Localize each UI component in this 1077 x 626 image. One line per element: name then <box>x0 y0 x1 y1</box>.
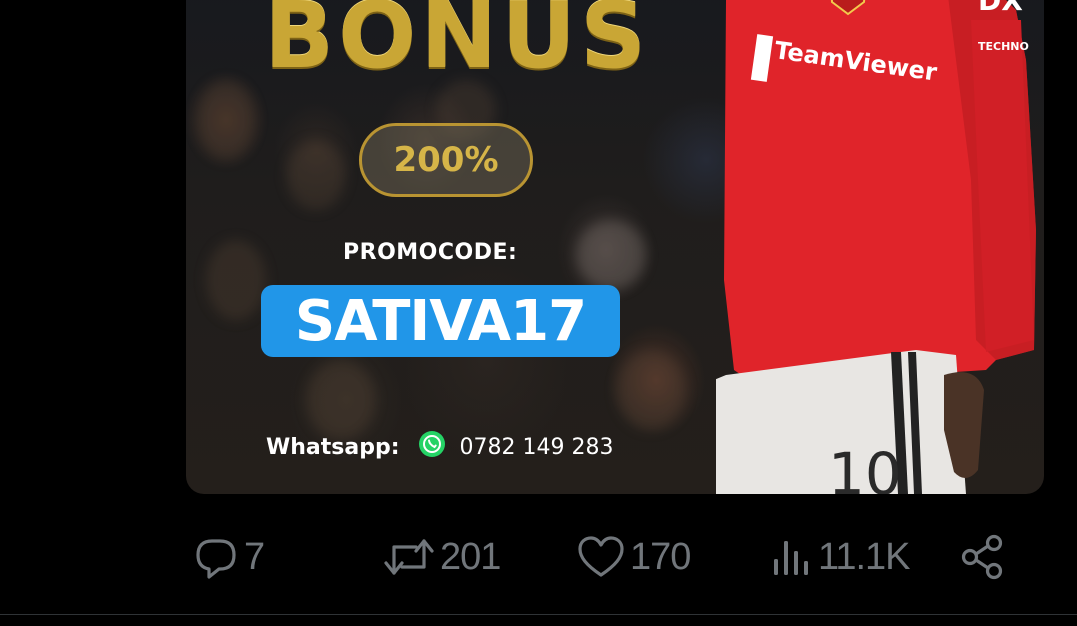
whatsapp-phone: 0782 149 283 <box>459 434 614 460</box>
crowd-blur <box>196 80 256 160</box>
reply-count: 7 <box>244 535 265 578</box>
bonus-percent-badge: 200% <box>359 123 533 197</box>
whatsapp-label: Whatsapp: <box>266 434 400 460</box>
sponsor-secondary: TECHNO <box>978 40 1029 53</box>
whatsapp-icon <box>418 430 460 464</box>
crowd-blur <box>206 240 266 320</box>
share-icon <box>958 533 1008 581</box>
like-count: 170 <box>630 535 691 578</box>
player-figure: TeamViewer DX TECHNO 10 <box>714 0 1044 494</box>
analytics-icon <box>770 533 814 581</box>
heart-icon <box>576 533 626 581</box>
views-button[interactable]: 11.1K <box>770 527 910 587</box>
post-action-bar: 7 201 170 11.1K <box>0 527 1077 587</box>
reply-button[interactable]: 7 <box>192 527 265 587</box>
post-image[interactable]: BONUS 200% PROMOCODE: SATIVA17 Whatsapp:… <box>186 0 1044 494</box>
crowd-blur <box>286 140 346 210</box>
repost-count: 201 <box>440 535 501 578</box>
promocode-value: SATIVA17 <box>261 285 620 357</box>
whatsapp-contact: Whatsapp: 0782 149 283 <box>266 430 614 464</box>
repost-button[interactable]: 201 <box>382 527 501 587</box>
view-count: 11.1K <box>818 535 910 578</box>
jersey-number: 10 <box>828 440 902 494</box>
section-divider <box>0 614 1077 615</box>
share-button[interactable] <box>958 527 1008 587</box>
repost-icon <box>382 533 436 581</box>
crowd-blur <box>306 360 376 440</box>
reply-icon <box>192 533 240 581</box>
promocode-label: PROMOCODE: <box>343 240 518 265</box>
svg-text:DX: DX <box>978 0 1023 17</box>
tweet-view: BONUS 200% PROMOCODE: SATIVA17 Whatsapp:… <box>0 0 1077 626</box>
crowd-blur <box>576 220 646 290</box>
crowd-blur <box>616 350 686 430</box>
bonus-headline: BONUS <box>264 0 651 89</box>
like-button[interactable]: 170 <box>576 527 691 587</box>
